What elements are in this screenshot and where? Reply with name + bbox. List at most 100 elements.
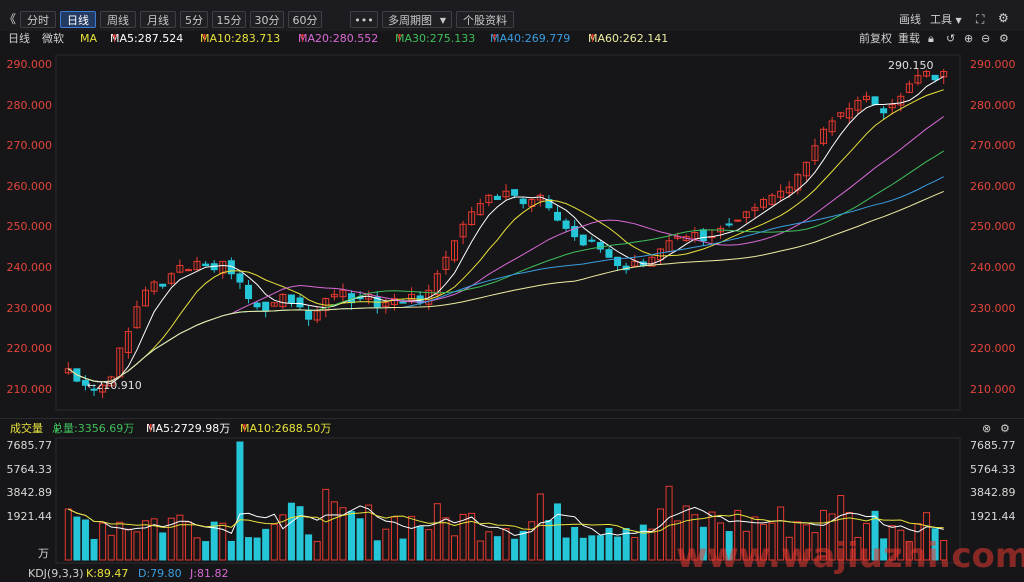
candle-body <box>296 297 304 308</box>
candle-body <box>493 195 501 200</box>
volume-bar <box>468 512 476 561</box>
volume-bar <box>296 506 304 561</box>
volume-unit: 万 <box>38 547 49 560</box>
volume-label[interactable]: 成交量 <box>10 421 43 437</box>
volume-bar <box>442 517 450 561</box>
candle-body <box>399 301 407 304</box>
volume-legend: 成交量 总量:3356.69万 ↓ MA5:2729.98万 ↑ MA10:2688… <box>10 421 1010 437</box>
ma60-line <box>68 190 944 383</box>
candle-body <box>253 302 261 308</box>
candle-body <box>159 283 167 287</box>
watermark: www.wajiuzhi.com <box>676 536 1024 576</box>
candle-body <box>553 211 561 221</box>
volume-bar <box>648 528 656 561</box>
volume-ma10-line <box>68 508 944 534</box>
volume-bar <box>502 528 510 561</box>
volume-bar <box>485 531 493 561</box>
volume-bar <box>433 503 441 561</box>
volume-bar <box>545 519 553 561</box>
candle-body <box>562 220 570 229</box>
volume-bar <box>579 537 587 561</box>
volume-bar <box>184 521 192 561</box>
volume-bar <box>356 518 364 561</box>
candle-body <box>871 96 879 106</box>
ma40-line <box>68 176 944 383</box>
volume-bar <box>81 519 89 561</box>
candle-body <box>931 74 939 81</box>
candle-body <box>245 284 253 300</box>
high-price-annotation: 290.150 <box>888 59 934 72</box>
volume-bar <box>64 508 72 561</box>
axis-label: 7685.77 <box>6 439 53 452</box>
candle-body <box>579 234 587 246</box>
kdj-j: J:81.82 <box>190 567 229 580</box>
kdj-d: D:79.80 <box>138 567 182 580</box>
volume-bar <box>562 537 570 561</box>
kline-chart[interactable] <box>0 0 1024 575</box>
volume-bar <box>639 524 647 561</box>
volume-bar <box>408 515 416 561</box>
candle-body <box>588 239 596 242</box>
volume-bar <box>236 441 244 561</box>
kdj-label[interactable]: KDJ(9,3,3) <box>28 566 84 582</box>
volume-bar <box>90 538 98 561</box>
volume-bar <box>245 537 253 561</box>
candle-body <box>305 309 313 320</box>
volume-bar <box>193 537 201 561</box>
candle-body <box>511 189 519 196</box>
ma10-line <box>68 89 944 383</box>
candle-body <box>734 219 742 222</box>
volume-bar <box>313 540 321 561</box>
volume-bar <box>73 516 81 561</box>
volume-bar <box>571 526 579 561</box>
volume-bar <box>588 535 596 561</box>
price-pane-frame <box>55 54 961 411</box>
candle-body <box>184 269 192 272</box>
axis-label: 5764.33 <box>970 462 1016 476</box>
pane-divider <box>0 418 1024 419</box>
volume-bar <box>511 538 519 561</box>
volume-bar <box>348 511 356 561</box>
axis-label: 3842.89 <box>6 486 53 499</box>
volume-bar <box>305 534 313 561</box>
candle-body <box>287 294 295 304</box>
kdj-k: K:89.47 <box>86 567 129 580</box>
candle-body <box>202 263 210 267</box>
volume-bar <box>330 501 338 561</box>
volume-bar <box>262 528 270 561</box>
candle-body <box>880 108 888 114</box>
volume-bar <box>553 503 561 561</box>
volume-bar <box>159 532 167 561</box>
volume-bar <box>596 535 604 561</box>
volume-bar <box>416 526 424 561</box>
volume-bar <box>253 537 261 561</box>
volume-bar <box>382 528 390 561</box>
settings-icon[interactable]: ⚙ <box>1000 421 1010 437</box>
volume-bar <box>99 522 107 561</box>
volume-bar <box>322 488 330 561</box>
candle-body <box>236 273 244 283</box>
candle-body <box>725 223 733 226</box>
axis-label: 5764.33 <box>6 462 53 476</box>
volume-bar <box>124 528 132 561</box>
volume-bar <box>614 536 622 561</box>
volume-bar <box>373 540 381 561</box>
candle-body <box>262 301 270 312</box>
volume-bar <box>656 508 664 561</box>
volume-bar <box>399 538 407 561</box>
axis-label: 7685.77 <box>970 439 1016 452</box>
axis-label: 1921.44 <box>6 509 53 523</box>
low-price-annotation: ←210.910 <box>87 379 142 392</box>
volume-bar <box>425 529 433 561</box>
volume-bar <box>631 537 639 561</box>
candle-body <box>519 198 527 205</box>
close-pane-icon[interactable]: ⊗ <box>982 421 991 437</box>
volume-bar <box>227 540 235 561</box>
volume-bar <box>519 530 527 561</box>
ma5-line <box>68 76 944 385</box>
volume-bar <box>451 535 459 561</box>
volume-bar <box>133 531 141 561</box>
volume-bar <box>528 521 536 561</box>
volume-bar <box>107 534 115 561</box>
volume-bar <box>476 540 484 561</box>
